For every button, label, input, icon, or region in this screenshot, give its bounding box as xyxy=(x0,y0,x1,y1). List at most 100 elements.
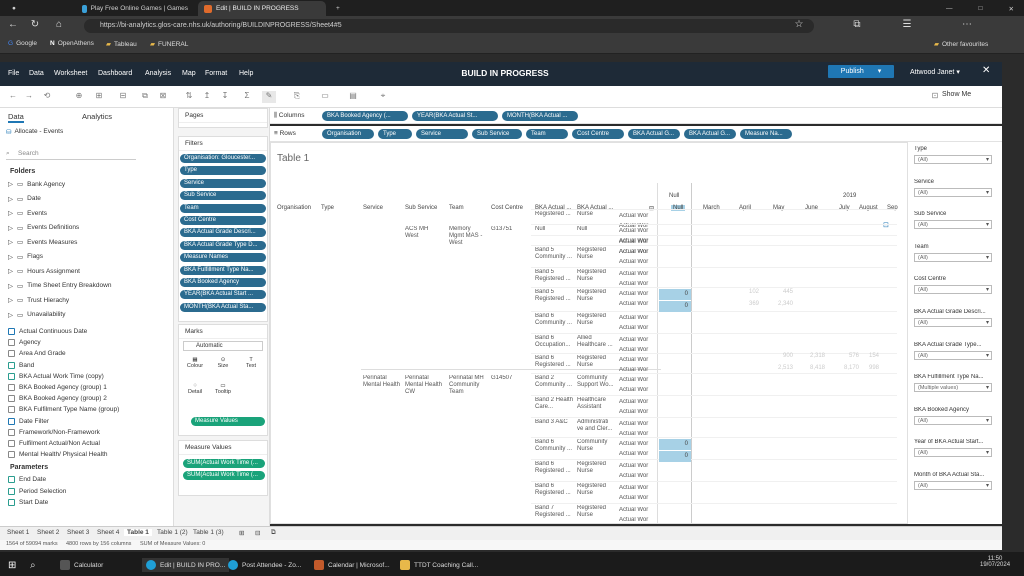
refresh-icon[interactable]: ↻ xyxy=(28,19,42,30)
filter-pill[interactable]: MONTH(BKA Actual Sta... xyxy=(180,302,266,312)
folder-item[interactable]: ▷ ▭ Unavailability xyxy=(8,311,65,319)
filter-dropdown[interactable]: (Multiple values) xyxy=(914,383,992,393)
tab-analytics[interactable]: Analytics xyxy=(82,112,112,121)
group-icon[interactable]: ⎘ xyxy=(290,91,304,103)
field-item[interactable]: Actual Continuous Date xyxy=(8,328,87,335)
value-cell[interactable]: 154 xyxy=(853,353,879,359)
menu-worksheet[interactable]: Worksheet xyxy=(54,70,87,77)
collections-icon[interactable]: ☰ xyxy=(900,19,914,30)
month-header[interactable]: Sep xyxy=(885,205,900,211)
sheet-tab[interactable]: Sheet 4 xyxy=(94,529,122,536)
value-cell[interactable]: 102 xyxy=(733,289,759,295)
filter-pill[interactable]: Team xyxy=(180,203,266,213)
filter-pill[interactable]: Measure Names xyxy=(180,253,266,263)
month-header[interactable]: May xyxy=(771,205,786,211)
tab-data[interactable]: Data xyxy=(8,112,24,123)
filter-pill[interactable]: BKA Booked Agency xyxy=(180,278,266,287)
value-cell[interactable]: 8,418 xyxy=(799,365,825,371)
filter-dropdown[interactable]: (All) xyxy=(914,318,992,327)
filter-pill[interactable]: BKA Fulfillment Type Na... xyxy=(180,265,266,275)
back-icon[interactable]: ← xyxy=(6,19,20,30)
column-header[interactable]: Team xyxy=(449,205,489,211)
row-pill[interactable]: Sub Service xyxy=(472,129,522,139)
browser-menu-icon[interactable]: ● xyxy=(6,1,20,16)
folder-item[interactable]: ▷ ▭ Events Definitions xyxy=(8,224,79,232)
parameter-item[interactable]: End Date xyxy=(8,476,46,483)
column-header[interactable]: Sub Service xyxy=(405,205,445,211)
value-cell[interactable]: 0 xyxy=(659,301,691,312)
marks-measure-values-pill[interactable]: Measure Values xyxy=(191,417,265,426)
bookmark-funeral[interactable]: ▰ FUNERAL xyxy=(150,40,188,49)
menu-analysis[interactable]: Analysis xyxy=(145,70,171,77)
tooltip-button[interactable]: ▭ Tooltip xyxy=(209,383,237,403)
close-editor-button[interactable]: ✕ xyxy=(982,65,990,76)
bookmark-google[interactable]: G Google xyxy=(8,40,37,47)
sort-desc-icon[interactable]: ↧ xyxy=(218,91,232,103)
expand-icon[interactable]: ▷ xyxy=(8,209,13,217)
start-icon[interactable]: ⊞ xyxy=(8,558,16,572)
taskbar-ttdt[interactable]: TTDT Coaching Call... xyxy=(400,558,478,572)
field-item[interactable]: BKA Fulfilment Type Name (group) xyxy=(8,406,119,414)
parameter-item[interactable]: Start Date xyxy=(8,499,48,506)
expand-icon[interactable]: ▷ xyxy=(8,180,13,188)
measure-value-pill[interactable]: SUM(Actual Work Time (... xyxy=(183,471,265,480)
home-icon[interactable]: ⌂ xyxy=(52,19,66,30)
menu-dashboard[interactable]: Dashboard xyxy=(98,70,132,77)
filter-pill[interactable]: Organisation: Gloucester... xyxy=(180,154,266,163)
duplicate-sheet-icon[interactable]: ⧉ xyxy=(138,91,152,103)
field-item[interactable]: Fulfilment Actual/Non Actual xyxy=(8,440,100,447)
chevron-down-icon[interactable]: ▾ xyxy=(878,68,882,75)
field-item[interactable]: BKA Booked Agency (group) 1 xyxy=(8,384,107,391)
extensions-icon[interactable]: ⧉ xyxy=(850,19,864,30)
row-pill[interactable]: BKA Actual G... xyxy=(684,129,736,139)
search-input[interactable]: ⌕ Search xyxy=(6,148,136,160)
show-me-icon[interactable]: ⊡ xyxy=(928,91,942,103)
publish-button[interactable]: Publish ▾ xyxy=(828,65,894,78)
table-row[interactable] xyxy=(531,417,897,418)
worksheet-view[interactable]: Table 1 Organisation Type Service Sub Servi… xyxy=(270,142,908,524)
folder-item[interactable]: ▷ ▭ Date xyxy=(8,195,41,203)
sheet-tab[interactable]: Table 1 (3) xyxy=(190,529,227,536)
replay-icon[interactable]: ⟲ xyxy=(40,91,54,103)
settings-menu-icon[interactable]: ⋯ xyxy=(960,19,974,30)
marks-type-select[interactable]: Automatic xyxy=(183,341,263,351)
new-story-tab-icon[interactable]: ⧉ xyxy=(268,529,279,537)
folder-item[interactable]: ▷ ▭ Bank Agency xyxy=(8,180,65,189)
expand-icon[interactable]: ▷ xyxy=(8,238,13,246)
new-worksheet-tab-icon[interactable]: ⊞ xyxy=(236,529,247,537)
value-cell[interactable]: 2,340 xyxy=(767,301,793,307)
page-scrollbar[interactable] xyxy=(1002,62,1024,552)
clock[interactable]: 11:50 19/07/2024 xyxy=(980,556,1010,568)
table-row[interactable] xyxy=(531,235,897,236)
bookmark-tableau[interactable]: ▰ Tableau xyxy=(106,40,137,49)
filter-pill[interactable]: Service xyxy=(180,178,266,188)
filter-pill[interactable]: BKA Actual Grade Type D... xyxy=(180,240,266,250)
sheet-tab[interactable]: Table 1 (2) xyxy=(154,529,191,536)
filter-dropdown[interactable]: (All) xyxy=(914,155,992,164)
field-item[interactable]: Mental Health/ Physical Health xyxy=(8,451,108,459)
month-header[interactable]: Null xyxy=(671,205,686,211)
sheet-tab[interactable]: Sheet 2 xyxy=(34,529,62,536)
taskbar-calendar[interactable]: Calendar | Microsof... xyxy=(314,558,390,572)
month-header[interactable]: April xyxy=(737,205,753,211)
field-item[interactable]: BKA Actual Work Time (copy) xyxy=(8,372,104,380)
folder-item[interactable]: ▷ ▭ Time Sheet Entry Breakdown xyxy=(8,282,111,290)
window-close-icon[interactable]: ✕ xyxy=(1009,5,1014,13)
taskbar-edge[interactable]: Edit | BUILD IN PRO... xyxy=(142,558,230,572)
taskbar-zoom[interactable]: Post Attendee - Zo... xyxy=(228,558,301,572)
text-button[interactable]: T Text xyxy=(237,357,265,377)
expand-icon[interactable]: ▷ xyxy=(8,253,13,261)
bookmark-other-favourites[interactable]: ▰ Other favourites xyxy=(934,40,988,49)
row-pill[interactable]: Organisation xyxy=(322,129,374,139)
filter-pill[interactable]: Type xyxy=(180,166,266,176)
column-pill[interactable]: BKA Booked Agency (... xyxy=(322,111,408,121)
field-item[interactable]: Date Filter xyxy=(8,417,49,425)
new-tab-button[interactable]: + xyxy=(330,1,344,16)
value-cell[interactable]: 2,513 xyxy=(767,365,793,371)
columns-shelf[interactable]: ⫼ Columns BKA Booked Agency (... YEAR(BKA… xyxy=(270,108,1002,124)
folder-item[interactable]: ▷ ▭ Events xyxy=(8,209,47,218)
measure-value-pill[interactable]: SUM(Actual Work Time (... xyxy=(183,459,265,468)
field-item[interactable]: Band xyxy=(8,361,34,369)
field-item[interactable]: BKA Booked Agency (group) 2 xyxy=(8,395,107,403)
value-cell[interactable]: 2,318 xyxy=(799,353,825,359)
